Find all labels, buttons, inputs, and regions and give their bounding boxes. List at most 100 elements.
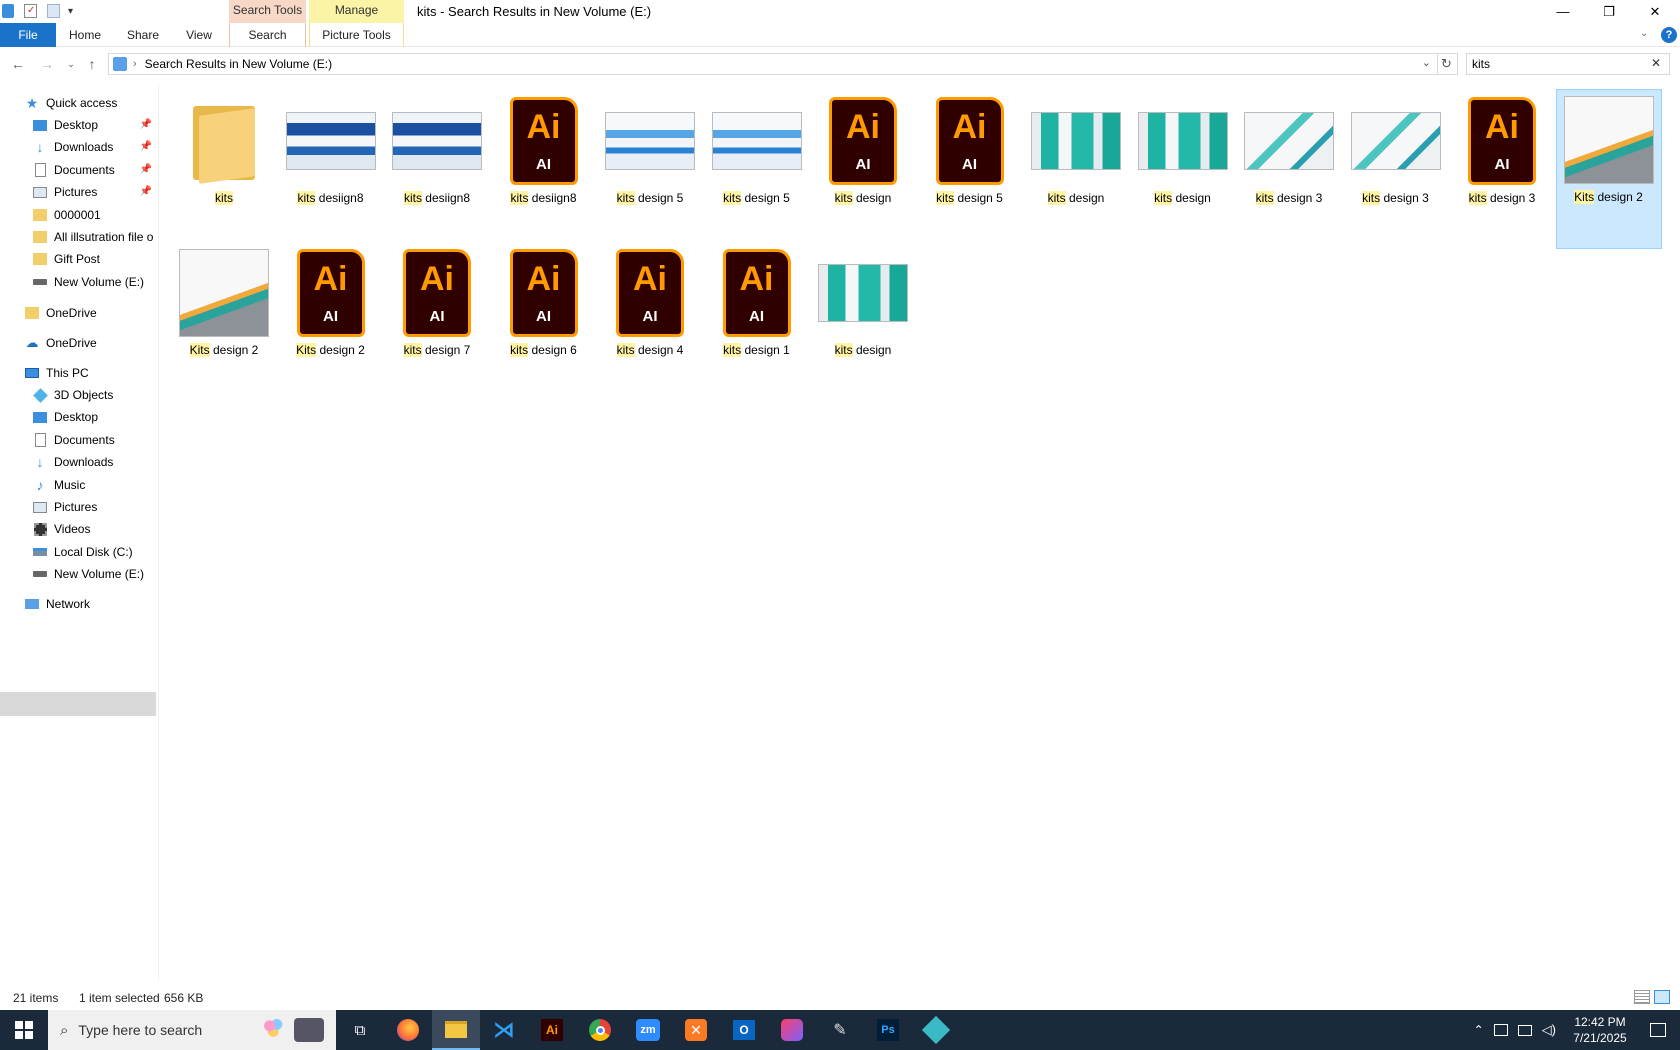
minimize-button[interactable]: —	[1540, 0, 1586, 23]
file-tile[interactable]: Ai AI kits design 7	[384, 243, 490, 403]
file-name[interactable]: kits design 5	[917, 191, 1023, 205]
file-name[interactable]: kits	[171, 191, 277, 205]
file-name[interactable]: kits design 5	[704, 191, 810, 205]
nav-quick-item[interactable]: New Volume (E:)	[32, 270, 156, 294]
file-name[interactable]: kits design 3	[1236, 191, 1342, 205]
nav-quick-item[interactable]: 0000001	[32, 203, 156, 227]
taskbar-search[interactable]: ⌕ Type here to search	[48, 1010, 336, 1050]
tab-search[interactable]: Search	[229, 23, 306, 47]
large-icons-view-icon[interactable]	[1654, 990, 1670, 1004]
nav-quick-item[interactable]: ↓ Downloads 📌	[32, 135, 156, 159]
file-tile[interactable]: Ai AI kits desiign8	[491, 91, 597, 251]
outlook-button[interactable]: O	[720, 1010, 768, 1050]
file-explorer-button[interactable]	[432, 1010, 480, 1050]
volume-icon[interactable]: ◁)	[1542, 1022, 1556, 1038]
file-tile[interactable]: kits design 5	[597, 91, 703, 251]
network-tray-icon[interactable]	[1517, 1024, 1532, 1036]
security-icon[interactable]	[1493, 1024, 1508, 1036]
tab-home[interactable]: Home	[64, 23, 106, 47]
address-dropdown-icon[interactable]: ⌄	[1422, 56, 1431, 69]
nav-pc-item[interactable]: ♪ Music	[32, 473, 156, 497]
file-tile[interactable]: kits desiign8	[278, 91, 384, 251]
creative-cloud-button[interactable]	[768, 1010, 816, 1050]
file-tile[interactable]: kits	[171, 91, 277, 251]
file-name[interactable]: kits design 4	[597, 343, 703, 357]
file-name[interactable]: kits design 7	[384, 343, 490, 357]
nav-pc-item[interactable]: Documents	[32, 428, 156, 452]
nav-quick-item[interactable]: Desktop 📌	[32, 113, 156, 137]
xampp-button[interactable]: ✕	[672, 1010, 720, 1050]
tab-share[interactable]: Share	[120, 23, 166, 47]
nav-quick-item[interactable]: Gift Post	[32, 247, 156, 271]
nav-pc-item[interactable]: Local Disk (C:)	[32, 540, 156, 564]
vscode-button[interactable]: ⋊	[480, 1010, 528, 1050]
forward-button[interactable]: →	[37, 54, 57, 74]
file-tile[interactable]: Ai AI kits design 4	[597, 243, 703, 403]
nav-pc-item[interactable]: New Volume (E:)	[32, 562, 156, 586]
nav-pc-item[interactable]: 3D Objects	[32, 383, 156, 407]
file-name[interactable]: kits design	[810, 191, 916, 205]
file-name[interactable]: kits desiign8	[278, 191, 384, 205]
file-tile[interactable]: kits design	[1130, 91, 1236, 251]
show-hidden-icons-icon[interactable]: ⌃	[1474, 1023, 1484, 1037]
address-path[interactable]: Search Results in New Volume (E:)	[145, 57, 332, 71]
nav-pc-item[interactable]: Desktop	[32, 405, 156, 429]
firefox-button[interactable]	[384, 1010, 432, 1050]
file-name[interactable]: kits design	[1130, 191, 1236, 205]
file-tile[interactable]: Kits design 2	[1555, 89, 1662, 249]
file-tile[interactable]: kits design	[1023, 91, 1129, 251]
restore-button[interactable]: ❐	[1586, 0, 1632, 23]
file-name[interactable]: kits design 3	[1343, 191, 1449, 205]
file-tile[interactable]: Ai AI kits design 1	[704, 243, 810, 403]
task-view-button[interactable]: ⧉	[336, 1010, 384, 1050]
new-folder-icon[interactable]	[47, 4, 60, 18]
customize-qat-icon[interactable]: ▾	[68, 6, 73, 17]
file-tile[interactable]: kits design	[810, 243, 916, 403]
photoshop-button[interactable]: Ps	[864, 1010, 912, 1050]
pin-icon[interactable]: 📌	[140, 119, 152, 130]
details-view-icon[interactable]	[1634, 990, 1650, 1004]
nav-network[interactable]: Network	[24, 592, 90, 616]
back-button[interactable]: ←	[8, 54, 28, 74]
nav-quick-item[interactable]: All illsutration file o	[32, 225, 156, 249]
file-name[interactable]: kits design 5	[597, 191, 703, 205]
tab-picture-tools[interactable]: Picture Tools	[309, 23, 404, 47]
nav-pc-item[interactable]: Videos	[32, 517, 156, 541]
address-bar[interactable]: › Search Results in New Volume (E:) ⌄	[108, 53, 1438, 75]
nav-this-pc[interactable]: This PC	[24, 361, 89, 385]
zoom-button[interactable]: zm	[624, 1010, 672, 1050]
pin-icon[interactable]: 📌	[140, 141, 152, 152]
expand-ribbon-icon[interactable]: ⌄	[1640, 28, 1648, 39]
start-button[interactable]	[0, 1010, 48, 1050]
nav-onedrive[interactable]: ☁ OneDrive	[24, 331, 97, 355]
file-tile[interactable]: kits desiign8	[384, 91, 490, 251]
file-tile[interactable]: kits design 3	[1236, 91, 1342, 251]
file-tile[interactable]: Ai AI kits design 3	[1449, 91, 1555, 251]
notifications-icon[interactable]	[1650, 1023, 1666, 1037]
file-tile[interactable]: Ai AI Kits design 2	[278, 243, 384, 403]
file-name[interactable]: Kits design 2	[278, 343, 384, 357]
tab-view[interactable]: View	[178, 23, 220, 47]
help-icon[interactable]: ?	[1661, 27, 1677, 43]
search-box[interactable]: ✕	[1466, 53, 1670, 75]
tab-file[interactable]: File	[0, 23, 56, 47]
refresh-icon[interactable]: ↻	[1436, 53, 1458, 75]
app-button[interactable]	[912, 1010, 960, 1050]
file-name[interactable]: kits design	[1023, 191, 1129, 205]
up-button[interactable]: ↑	[82, 54, 102, 74]
clear-search-icon[interactable]: ✕	[1651, 56, 1661, 70]
recent-locations-icon[interactable]: ⌄	[61, 54, 81, 74]
explorer-icon[interactable]	[2, 4, 14, 18]
nav-pc-item[interactable]: Pictures	[32, 495, 156, 519]
file-name[interactable]: kits design 3	[1449, 191, 1555, 205]
file-tile[interactable]: kits design 3	[1343, 91, 1449, 251]
file-name[interactable]: kits desiign8	[384, 191, 490, 205]
file-name[interactable]: Kits design 2	[171, 343, 277, 357]
file-name[interactable]: Kits design 2	[1557, 190, 1661, 204]
chrome-button[interactable]	[576, 1010, 624, 1050]
nav-onedrive-folder[interactable]: OneDrive	[24, 301, 97, 325]
properties-icon[interactable]: ✓	[24, 4, 37, 18]
pin-icon[interactable]: 📌	[140, 164, 152, 175]
file-tile[interactable]: Ai AI kits design 6	[491, 243, 597, 403]
file-tile[interactable]: Kits design 2	[171, 243, 277, 403]
